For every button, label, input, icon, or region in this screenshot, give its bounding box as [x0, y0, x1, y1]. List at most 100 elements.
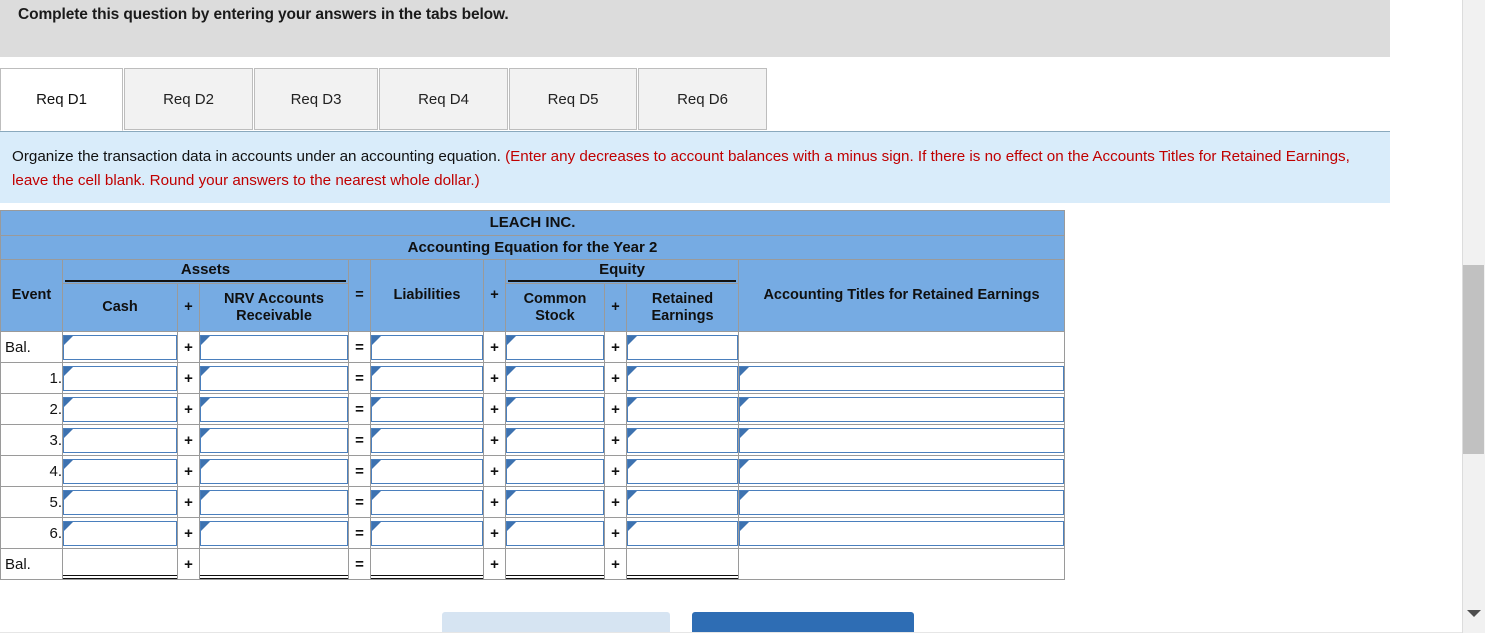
input-accounting-titles[interactable] [739, 489, 1064, 515]
input-nrv[interactable] [200, 427, 348, 453]
input-accounting-titles[interactable] [739, 396, 1064, 422]
cell-cash [62, 486, 178, 518]
tab-req-d5[interactable]: Req D5 [509, 68, 637, 130]
input-cash[interactable] [63, 458, 177, 484]
input-nrv[interactable] [200, 458, 348, 484]
scrollbar-thumb[interactable] [1463, 265, 1484, 454]
input-retained-earnings[interactable] [627, 458, 738, 484]
event-label: 1. [0, 362, 63, 394]
operator-plus-assets-body: + [177, 486, 200, 518]
operator-plus-assets-body: + [177, 362, 200, 394]
input-nrv[interactable] [200, 334, 348, 360]
chevron-down-icon[interactable] [1467, 610, 1481, 617]
cell-cash [62, 548, 178, 580]
cell-retained-earnings [626, 486, 739, 518]
banner-instruction-text: Complete this question by entering your … [18, 6, 509, 23]
table-row: Bal. + = + + [0, 548, 1065, 580]
column-header-retained-earnings: Retained Earnings [626, 283, 739, 332]
input-accounting-titles[interactable] [739, 365, 1064, 391]
operator-plus-assets-body: + [177, 424, 200, 456]
question-viewport: Complete this question by entering your … [0, 0, 1485, 633]
operator-plus-equity-body: + [604, 393, 627, 425]
input-liabilities[interactable] [371, 427, 483, 453]
input-accounting-titles[interactable] [739, 458, 1064, 484]
input-cash[interactable] [63, 427, 177, 453]
table-row: Bal. + = + + [0, 331, 1065, 363]
cell-liabilities [370, 393, 484, 425]
cell-liabilities [370, 548, 484, 580]
vertical-scrollbar[interactable] [1462, 0, 1485, 633]
operator-plus-equity-body: + [604, 486, 627, 518]
input-cash[interactable] [63, 365, 177, 391]
input-accounting-titles[interactable] [739, 520, 1064, 546]
input-retained-earnings[interactable] [627, 520, 738, 546]
input-cash[interactable] [63, 396, 177, 422]
input-liabilities[interactable] [371, 334, 483, 360]
input-nrv[interactable] [200, 396, 348, 422]
input-common-stock[interactable] [506, 334, 604, 360]
operator-plus-liabilities-body: + [483, 548, 506, 580]
cell-nrv [199, 517, 349, 549]
previous-requirement-button[interactable]: Req C2 [442, 612, 670, 633]
cell-accounting-titles [738, 486, 1065, 518]
table-row: 5. + = + + [0, 486, 1065, 518]
cell-nrv [199, 548, 349, 580]
cell-nrv [199, 393, 349, 425]
input-common-stock[interactable] [506, 427, 604, 453]
input-nrv[interactable] [200, 520, 348, 546]
cell-accounting-titles [738, 331, 1065, 363]
input-common-stock[interactable] [506, 520, 604, 546]
input-liabilities[interactable] [371, 458, 483, 484]
input-common-stock[interactable] [506, 458, 604, 484]
cell-common-stock [505, 331, 605, 363]
cell-liabilities [370, 424, 484, 456]
cell-retained-earnings [626, 393, 739, 425]
operator-plus-equity: + [604, 283, 627, 332]
table-row: 4. + = + + [0, 455, 1065, 487]
input-common-stock[interactable] [506, 489, 604, 515]
operator-plus-equity-body: + [604, 455, 627, 487]
operator-equals-body: = [348, 548, 371, 580]
next-requirement-button[interactable]: Req D2 [692, 612, 914, 633]
operator-plus-liabilities-body: + [483, 424, 506, 456]
input-nrv[interactable] [200, 365, 348, 391]
operator-equals-body: = [348, 362, 371, 394]
input-retained-earnings[interactable] [627, 365, 738, 391]
tab-req-d4[interactable]: Req D4 [379, 68, 508, 130]
operator-plus-assets-body: + [177, 548, 200, 580]
input-nrv[interactable] [200, 489, 348, 515]
cell-accounting-titles [738, 362, 1065, 394]
input-retained-earnings[interactable] [627, 334, 738, 360]
input-liabilities[interactable] [371, 396, 483, 422]
input-common-stock[interactable] [506, 365, 604, 391]
input-accounting-titles[interactable] [739, 427, 1064, 453]
input-liabilities[interactable] [371, 365, 483, 391]
cell-common-stock [505, 393, 605, 425]
operator-plus-liabilities-body: + [483, 486, 506, 518]
table-subtitle: Accounting Equation for the Year 2 [0, 235, 1065, 260]
input-retained-earnings[interactable] [627, 489, 738, 515]
input-cash[interactable] [63, 520, 177, 546]
double-underline [506, 576, 604, 579]
requirement-tabs: Req D1 Req D2 Req D3 Req D4 Req D5 Req D6 [0, 68, 1390, 131]
tab-req-d3[interactable]: Req D3 [254, 68, 378, 130]
operator-plus-assets-body: + [177, 331, 200, 363]
double-underline [63, 576, 177, 579]
input-cash[interactable] [63, 334, 177, 360]
input-common-stock[interactable] [506, 396, 604, 422]
total-liabilities [371, 552, 483, 576]
tab-req-d6[interactable]: Req D6 [638, 68, 767, 130]
total-nrv [200, 552, 348, 576]
input-retained-earnings[interactable] [627, 427, 738, 453]
double-underline [200, 576, 348, 579]
tab-req-d2[interactable]: Req D2 [124, 68, 253, 130]
input-liabilities[interactable] [371, 489, 483, 515]
tab-req-d1[interactable]: Req D1 [0, 68, 123, 131]
input-liabilities[interactable] [371, 520, 483, 546]
input-retained-earnings[interactable] [627, 396, 738, 422]
cell-accounting-titles [738, 455, 1065, 487]
operator-equals-body: = [348, 424, 371, 456]
input-cash[interactable] [63, 489, 177, 515]
group-header-assets-label: Assets [65, 261, 346, 283]
total-common-stock [506, 552, 604, 576]
